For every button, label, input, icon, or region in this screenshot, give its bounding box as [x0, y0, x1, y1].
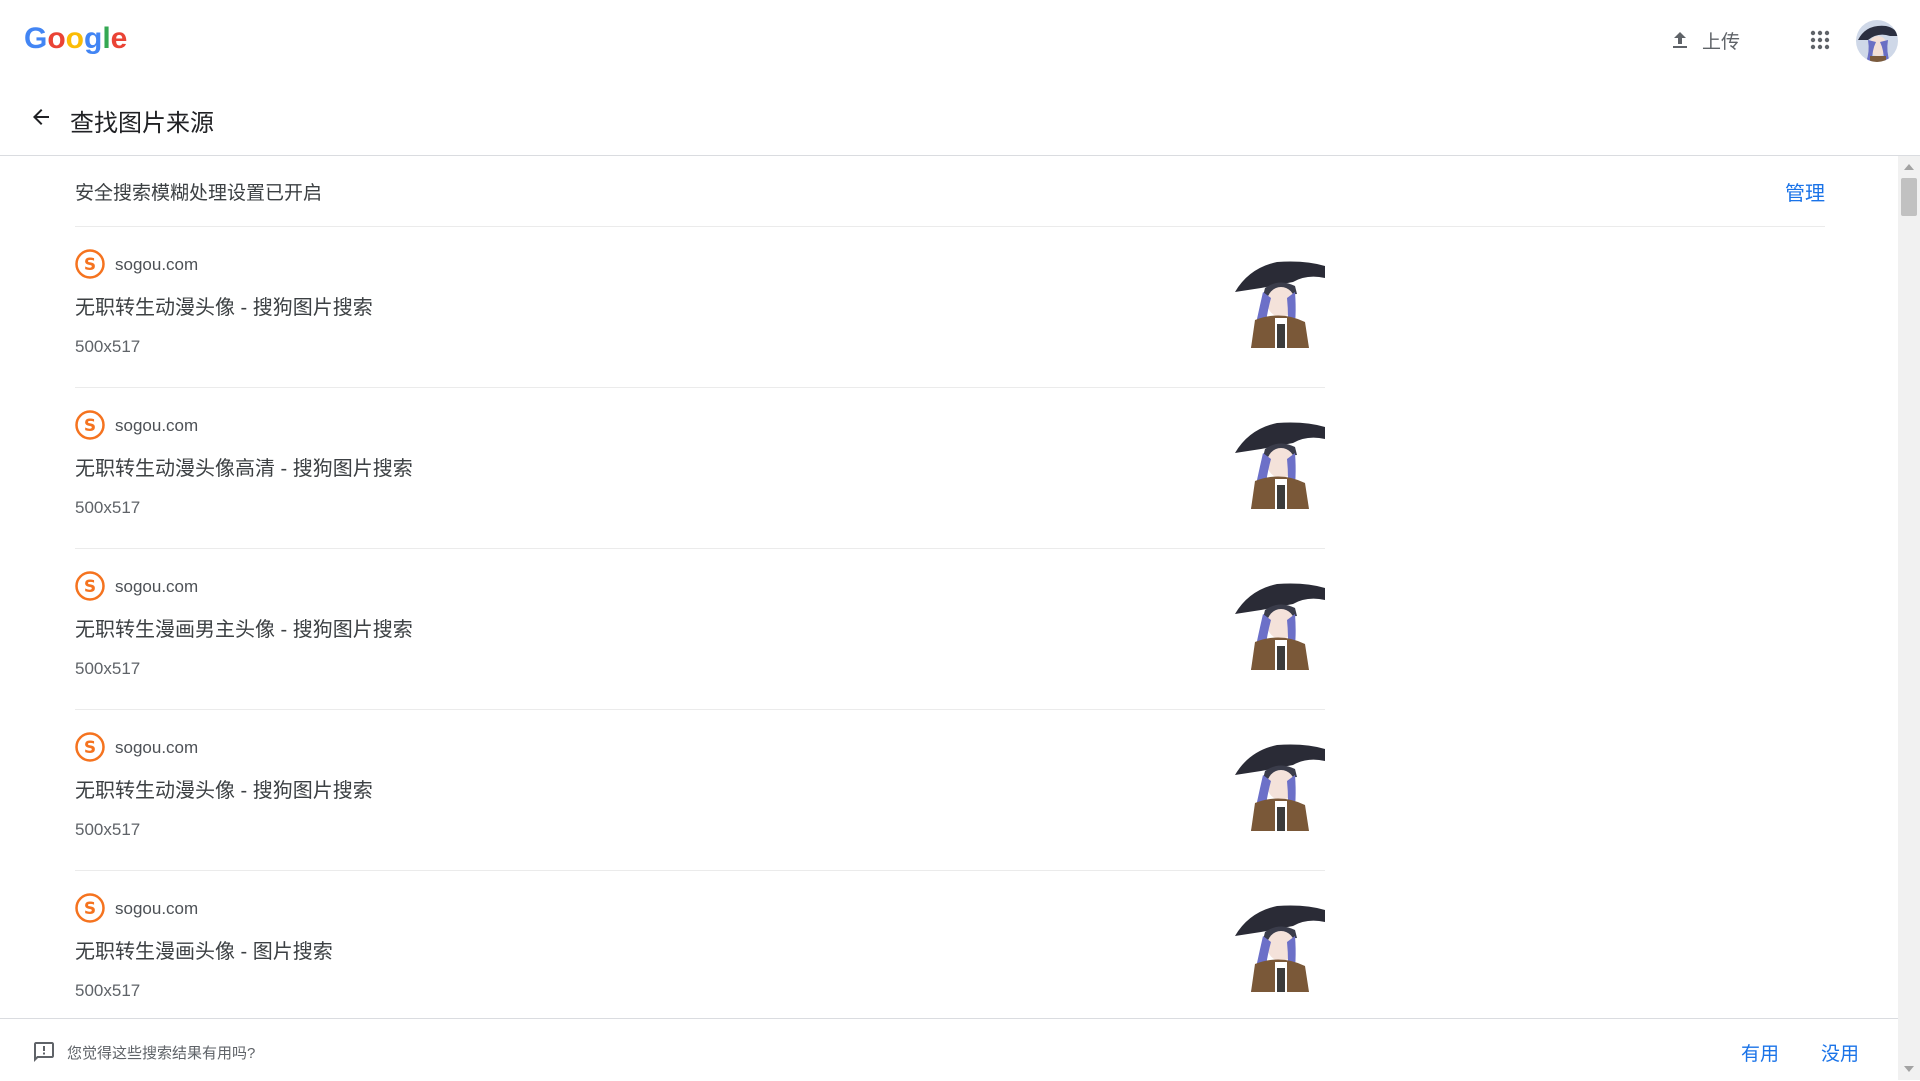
result-thumbnail[interactable] [1235, 741, 1325, 831]
result-title[interactable]: 无职转生动漫头像 - 搜狗图片搜索 [75, 291, 373, 320]
result-thumbnail[interactable] [1235, 580, 1325, 670]
results-panel: 安全搜索模糊处理设置已开启 管理 S sogou.com 无职转生动漫头像 - … [0, 156, 1898, 1018]
google-logo[interactable]: Google [24, 22, 127, 56]
result-thumbnail[interactable] [1235, 258, 1325, 348]
svg-text:S: S [84, 899, 96, 919]
svg-text:S: S [84, 577, 96, 597]
result-item[interactable]: S sogou.com 无职转生漫画头像 - 图片搜索 500x517 [75, 871, 1325, 1018]
result-item[interactable]: S sogou.com 无职转生动漫头像 - 搜狗图片搜索 500x517 [75, 227, 1325, 388]
arrow-left-icon [33, 109, 49, 125]
result-size: 500x517 [75, 498, 141, 517]
page-title: 查找图片来源 [70, 110, 214, 137]
logo-letter: G [24, 22, 48, 55]
avatar-image [1856, 20, 1898, 62]
result-title[interactable]: 无职转生漫画头像 - 图片搜索 [75, 935, 333, 964]
feedback-bar: 您觉得这些搜索结果有用吗? 有用 没用 [0, 1018, 1898, 1081]
logo-letter: g [84, 22, 103, 55]
result-size: 500x517 [75, 820, 141, 839]
sogou-logo-icon: S [75, 571, 105, 601]
result-item[interactable]: S sogou.com 无职转生动漫头像高清 - 搜狗图片搜索 500x517 [75, 388, 1325, 549]
result-site: sogou.com [115, 899, 199, 918]
result-title[interactable]: 无职转生动漫头像高清 - 搜狗图片搜索 [75, 452, 413, 481]
feedback-question: 您觉得这些搜索结果有用吗? [67, 1045, 256, 1062]
result-site: sogou.com [115, 416, 199, 435]
user-avatar[interactable] [1856, 20, 1898, 62]
logo-letter: l [102, 22, 111, 55]
result-site: sogou.com [115, 738, 199, 757]
scroll-down-arrow-icon[interactable] [1904, 1066, 1914, 1072]
svg-text:S: S [84, 738, 96, 758]
result-size: 500x517 [75, 659, 141, 678]
top-bar: Google 上传 [0, 0, 1920, 80]
result-thumbnail[interactable] [1235, 902, 1325, 992]
logo-letter: o [65, 22, 84, 55]
svg-text:S: S [84, 416, 96, 436]
safe-search-text: 安全搜索模糊处理设置已开启 [75, 183, 323, 204]
result-site: sogou.com [115, 255, 199, 274]
upload-label: 上传 [1702, 31, 1741, 53]
upload-icon [1673, 32, 1687, 48]
logo-letter: e [110, 22, 128, 55]
scroll-up-arrow-icon[interactable] [1904, 164, 1914, 170]
result-size: 500x517 [75, 981, 141, 1000]
scrollbar-thumb[interactable] [1901, 178, 1917, 216]
sogou-logo-icon: S [75, 249, 105, 279]
upload-button[interactable]: 上传 [1656, 20, 1752, 60]
vertical-scrollbar[interactable] [1898, 156, 1920, 1080]
feedback-icon [34, 1042, 54, 1062]
result-title[interactable]: 无职转生动漫头像 - 搜狗图片搜索 [75, 774, 373, 803]
result-size: 500x517 [75, 337, 141, 356]
results-list: S sogou.com 无职转生动漫头像 - 搜狗图片搜索 500x517 S [75, 227, 1325, 1018]
back-button[interactable] [22, 98, 60, 136]
apps-grid-icon [1810, 30, 1830, 50]
sub-header: 查找图片来源 [0, 82, 1920, 156]
apps-grid-button[interactable] [1800, 20, 1840, 60]
result-title[interactable]: 无职转生漫画男主头像 - 搜狗图片搜索 [75, 613, 413, 642]
result-site: sogou.com [115, 577, 199, 596]
result-item[interactable]: S sogou.com 无职转生漫画男主头像 - 搜狗图片搜索 500x517 [75, 549, 1325, 710]
result-item[interactable]: S sogou.com 无职转生动漫头像 - 搜狗图片搜索 500x517 [75, 710, 1325, 871]
logo-letter: o [47, 22, 66, 55]
sogou-logo-icon: S [75, 732, 105, 762]
feedback-no-button[interactable]: 没用 [1821, 1039, 1859, 1066]
sogou-logo-icon: S [75, 893, 105, 923]
svg-text:S: S [84, 255, 96, 275]
manage-link[interactable]: 管理 [1785, 177, 1825, 206]
sogou-logo-icon: S [75, 410, 105, 440]
result-thumbnail[interactable] [1235, 419, 1325, 509]
feedback-yes-button[interactable]: 有用 [1741, 1039, 1779, 1066]
safe-search-notice: 安全搜索模糊处理设置已开启 管理 [75, 156, 1825, 227]
